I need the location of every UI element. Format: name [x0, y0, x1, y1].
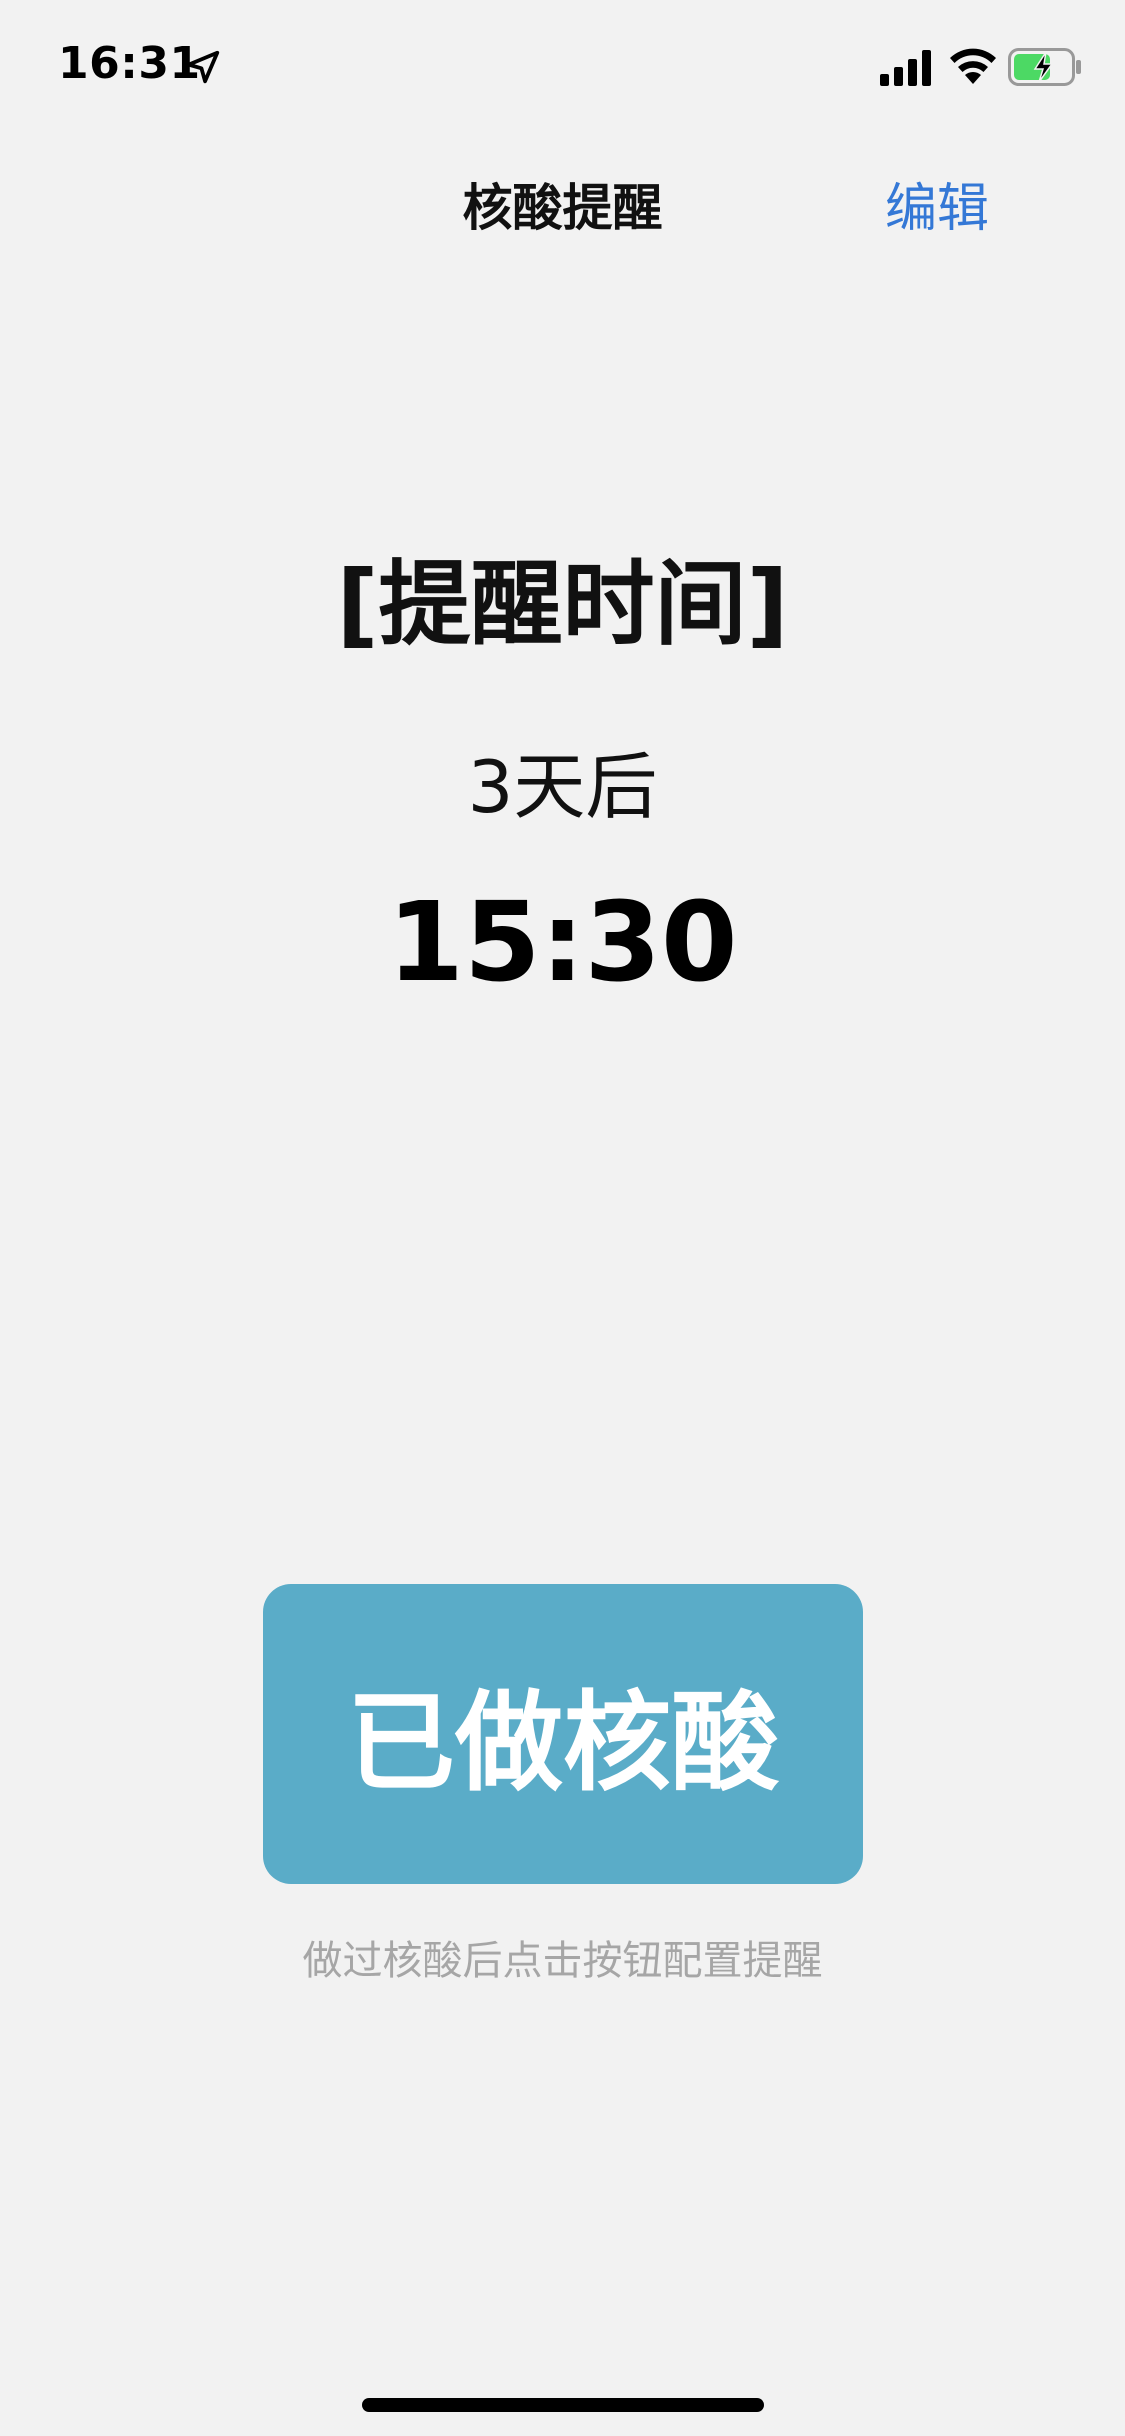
- status-bar: 16:31: [0, 0, 1125, 140]
- home-indicator[interactable]: [362, 2398, 764, 2412]
- done-test-button[interactable]: 已做核酸: [263, 1584, 863, 1884]
- hint-text: 做过核酸后点击按钮配置提醒: [302, 1938, 823, 1984]
- reminder-time-heading: [提醒时间]: [336, 551, 789, 658]
- location-arrow-icon: [186, 50, 220, 84]
- wifi-icon: [950, 48, 996, 84]
- navigation-bar: 核酸提醒 编辑: [0, 150, 1125, 250]
- reminder-days-until: 3天后: [467, 745, 658, 829]
- reminder-clock-time: 15:30: [387, 878, 738, 1006]
- app-screen: 16:31 核酸提醒 编辑 [提醒时间] 3天后 15:30 已做核酸 做过核酸…: [0, 0, 1125, 2436]
- battery-charging-icon: [1008, 48, 1081, 86]
- cellular-signal-icon: [880, 50, 931, 86]
- status-time: 16:31: [58, 38, 201, 89]
- edit-button[interactable]: 编辑: [885, 166, 989, 241]
